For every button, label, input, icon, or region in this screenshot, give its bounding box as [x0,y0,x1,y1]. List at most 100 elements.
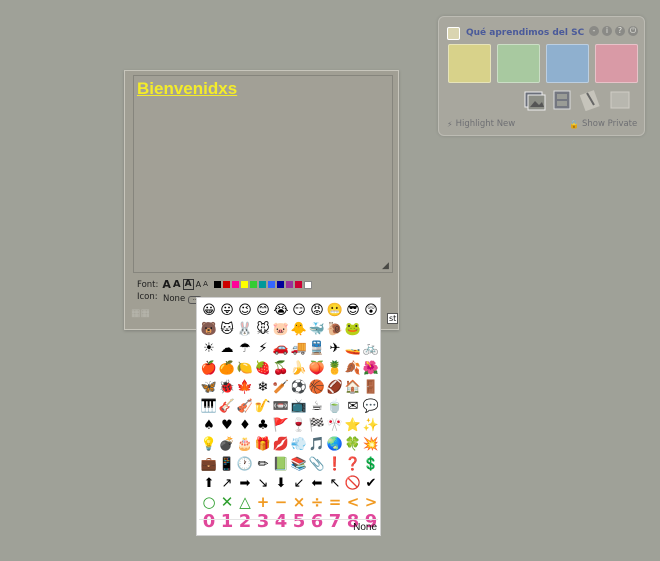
icon-option[interactable]: 😎 [344,301,362,320]
icon-option[interactable]: 😉 [236,301,254,320]
no-icon-option[interactable]: None [353,522,377,533]
color-teal-button[interactable] [258,281,266,288]
info-icon[interactable]: i [602,26,612,36]
icon-option[interactable]: 2 [236,512,254,531]
icon-option[interactable]: ↙ [290,474,308,493]
color-crimson-button[interactable] [294,281,302,288]
highlight-new-toggle[interactable]: ⚡ Highlight New [447,119,515,129]
icon-option[interactable]: 📚 [290,455,308,474]
icon-option[interactable]: 🚤 [344,339,362,358]
icon-option[interactable]: 🏠 [344,378,362,397]
icon-option[interactable]: 💲 [362,455,380,474]
color-pink-button[interactable] [231,281,239,288]
icon-option[interactable]: 📎 [308,455,326,474]
icon-option[interactable]: 💨 [290,435,308,454]
icon-option[interactable]: 0 [200,512,218,531]
icon-option[interactable]: 🎂 [236,435,254,454]
green-note-swatch[interactable] [497,44,540,83]
icon-option[interactable]: ☂ [236,339,254,358]
icon-option[interactable]: 🐳 [308,320,326,339]
icon-option[interactable]: 🐞 [218,378,236,397]
font-size-l-button[interactable]: A [173,279,181,290]
icon-option[interactable]: ♦ [236,416,254,435]
icon-option[interactable]: 🏁 [308,416,326,435]
icon-option[interactable]: 🎹 [200,397,218,416]
icon-option[interactable]: 🐷 [272,320,290,339]
icon-option[interactable]: 🍁 [236,378,254,397]
icon-option[interactable]: ⭐ [344,416,362,435]
help-icon[interactable]: ? [615,26,625,36]
icon-option[interactable]: 🏀 [308,378,326,397]
icon-option[interactable]: ↘ [254,474,272,493]
icon-option[interactable]: = [326,493,344,512]
blank-note-icon[interactable] [609,89,631,111]
icon-option[interactable]: ÷ [308,493,326,512]
icon-option[interactable]: 🌏 [326,435,344,454]
icon-option[interactable]: 🏈 [326,378,344,397]
icon-option[interactable]: ↗ [218,474,236,493]
color-navy-button[interactable] [276,281,284,288]
icon-option[interactable]: 🚆 [308,339,326,358]
icon-option[interactable]: + [254,493,272,512]
icon-option[interactable]: 🐥 [290,320,308,339]
yellow-note-swatch[interactable] [448,44,491,83]
resize-handle-icon[interactable]: ◢ [382,262,391,271]
color-white-button[interactable] [303,280,312,289]
icon-option[interactable]: ✈ [326,339,344,358]
icon-option[interactable]: 🐰 [236,320,254,339]
icon-option[interactable]: 🚗 [272,339,290,358]
icon-option[interactable]: ○ [200,493,218,512]
blue-note-swatch[interactable] [546,44,589,83]
icon-option[interactable]: 🍊 [218,359,236,378]
icon-option[interactable]: 🍷 [290,416,308,435]
photo-gallery-icon[interactable] [524,89,546,111]
icon-option[interactable]: 🎌 [326,416,344,435]
icon-option[interactable]: 😬 [326,301,344,320]
icon-option[interactable]: ✕ [218,493,236,512]
icon-option[interactable]: ✏ [254,455,272,474]
icon-option[interactable]: 🍍 [326,359,344,378]
icon-option[interactable]: 🐭 [254,320,272,339]
icon-option[interactable]: 🚫 [344,474,362,493]
icon-option[interactable]: 5 [290,512,308,531]
icon-option[interactable]: 🚚 [290,339,308,358]
icon-option[interactable]: 🌺 [362,359,380,378]
icon-option[interactable]: 📗 [272,455,290,474]
font-size-m-button[interactable]: A [182,279,194,290]
icon-option[interactable]: 1 [218,512,236,531]
icon-option[interactable]: 🍑 [308,359,326,378]
icon-option[interactable]: 😡 [308,301,326,320]
note-text-area[interactable]: Bienvenidxs ◢ [133,75,393,273]
icon-option[interactable]: ❄ [254,378,272,397]
icon-option[interactable]: ⬆ [200,474,218,493]
icon-option[interactable]: 🍵 [326,397,344,416]
icon-option[interactable]: 💋 [272,435,290,454]
icon-option[interactable]: 🐸 [344,320,362,339]
icon-option[interactable]: 🍒 [272,359,290,378]
icon-option[interactable]: 💥 [362,435,380,454]
icon-option[interactable]: ❗ [326,455,344,474]
icon-option[interactable]: 📱 [218,455,236,474]
icon-option[interactable]: ⬅ [308,474,326,493]
icon-option[interactable]: ✉ [344,397,362,416]
icon-option[interactable]: 🏏 [272,378,290,397]
icon-option[interactable]: ☀ [200,339,218,358]
icon-option[interactable]: ♣ [254,416,272,435]
icon-option[interactable]: ☁ [218,339,236,358]
icon-option[interactable]: ➡ [236,474,254,493]
icon-option[interactable]: 💬 [362,397,380,416]
icon-option[interactable]: 🎷 [254,397,272,416]
icon-option[interactable]: − [272,493,290,512]
icon-option[interactable]: 📺 [290,397,308,416]
icon-option[interactable]: 🐱 [218,320,236,339]
icon-option[interactable]: 😀 [200,301,218,320]
icon-option[interactable]: ♠ [200,416,218,435]
color-red-button[interactable] [222,281,230,288]
power-icon[interactable]: ⏻ [628,26,638,36]
icon-option[interactable]: 😭 [272,301,290,320]
icon-option[interactable]: 💡 [200,435,218,454]
icon-option[interactable]: 😊 [254,301,272,320]
icon-option[interactable]: 🎻 [236,397,254,416]
icon-option[interactable]: 🍂 [344,359,362,378]
icon-option[interactable]: 💼 [200,455,218,474]
